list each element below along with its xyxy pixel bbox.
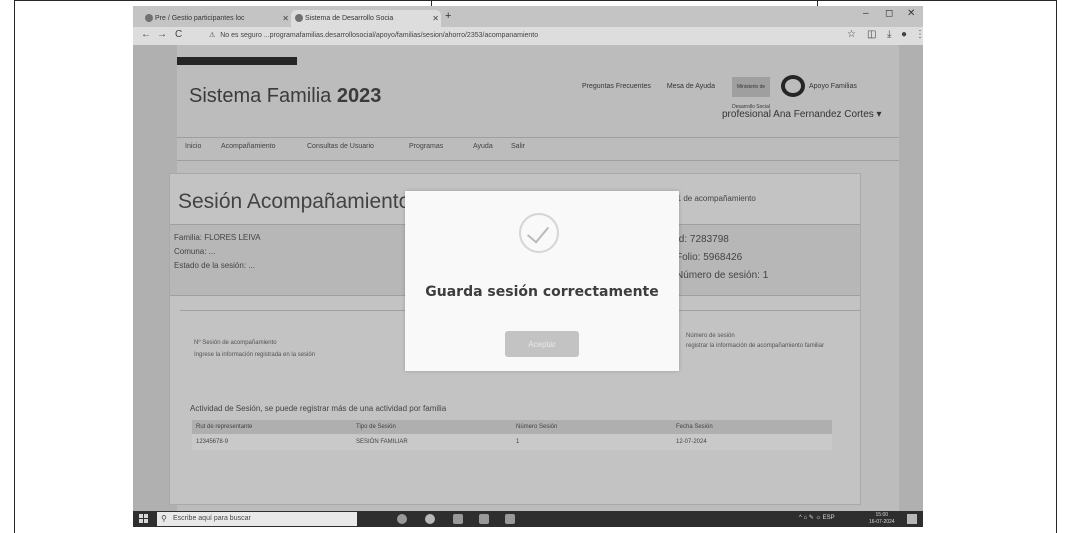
cortana-icon[interactable]	[397, 514, 407, 524]
windows-start-icon[interactable]	[139, 514, 149, 524]
success-check-icon	[519, 213, 559, 253]
clock-time: 15:00	[875, 512, 889, 518]
dialog-message: Guarda sesión correctamente	[425, 284, 659, 300]
success-dialog: Guarda sesión correctamente Aceptar	[405, 191, 679, 371]
windows-taskbar: ⚲ Escribe aquí para buscar ^ ⌂ ✎ ☼ ESP 1…	[133, 511, 923, 527]
search-icon: ⚲	[161, 514, 167, 523]
accept-button[interactable]: Aceptar	[505, 331, 579, 357]
chrome-icon[interactable]	[425, 514, 435, 524]
taskbar-clock[interactable]: 15:00 16-07-2024	[869, 512, 895, 526]
mail-icon[interactable]	[453, 514, 463, 524]
clock-date: 16-07-2024	[869, 519, 895, 525]
word-icon[interactable]	[505, 514, 515, 524]
file-explorer-icon[interactable]	[479, 514, 489, 524]
system-tray[interactable]: ^ ⌂ ✎ ☼ ESP	[799, 514, 835, 521]
search-placeholder: Escribe aquí para buscar	[173, 515, 251, 522]
taskbar-search-input[interactable]: ⚲ Escribe aquí para buscar	[157, 512, 357, 526]
notifications-icon[interactable]	[907, 514, 917, 524]
screenshot-screen: Pre / Gestio participantes loc ✕ Sistema…	[133, 6, 923, 527]
